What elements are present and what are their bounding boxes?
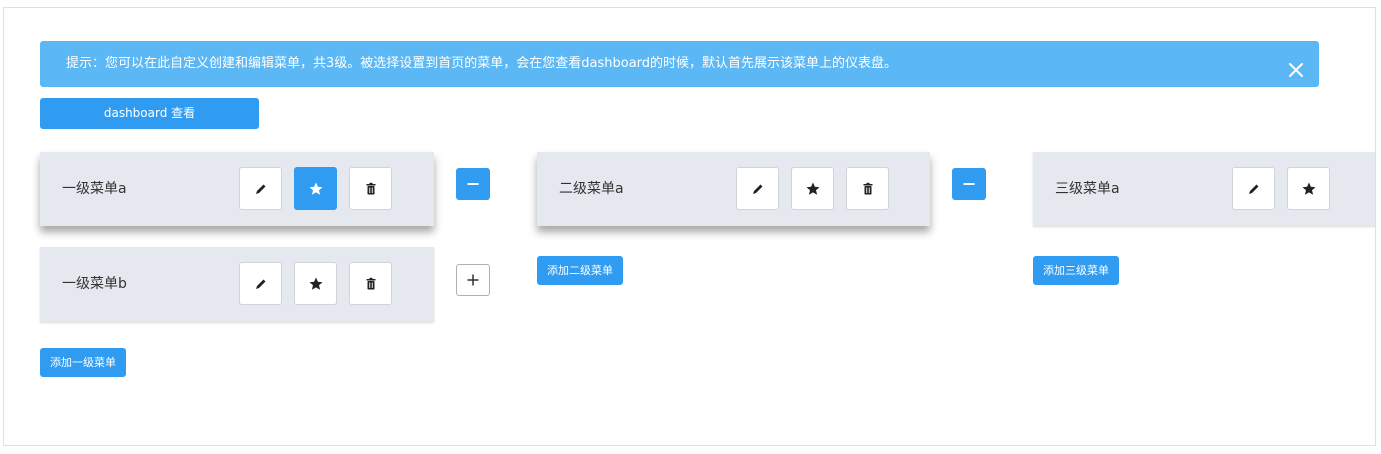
star-icon	[309, 277, 322, 290]
add-level1-menu-button[interactable]: 添加一级菜单	[40, 348, 126, 377]
trash-icon	[366, 277, 375, 289]
expand-level1-b-button[interactable]	[456, 264, 490, 296]
menu-item-level2-a[interactable]: 二级菜单a	[537, 152, 930, 226]
edit-icon	[752, 184, 762, 194]
star-icon	[309, 182, 322, 195]
add-level3-menu-button[interactable]: 添加三级菜单	[1033, 256, 1119, 285]
minus-icon	[467, 183, 479, 185]
trash-icon	[863, 182, 872, 194]
star-icon	[806, 182, 819, 195]
menu-item-level3-a[interactable]: 三级菜单a	[1033, 152, 1375, 226]
collapse-level1-a-button[interactable]	[456, 168, 490, 200]
delete-button[interactable]	[846, 167, 889, 210]
dashboard-view-button[interactable]: dashboard 查看	[40, 98, 259, 129]
menu-item-level1-a[interactable]: 一级菜单a	[40, 152, 434, 226]
edit-icon	[1248, 184, 1258, 194]
close-icon[interactable]	[1287, 53, 1305, 77]
edit-button[interactable]	[239, 167, 282, 210]
star-icon	[1302, 182, 1315, 195]
edit-icon	[255, 279, 265, 289]
delete-button[interactable]	[349, 167, 392, 210]
collapse-level2-a-button[interactable]	[952, 168, 986, 200]
trash-icon	[366, 182, 375, 194]
menu-item-label: 三级菜单a	[1055, 181, 1120, 197]
info-alert: 提示：您可以在此自定义创建和编辑菜单，共3级。被选择设置到首页的菜单，会在您查看…	[40, 41, 1319, 87]
menu-item-label: 一级菜单b	[62, 276, 127, 292]
minus-icon	[963, 183, 975, 185]
menu-item-label: 一级菜单a	[62, 181, 127, 197]
menu-item-level1-b[interactable]: 一级菜单b	[40, 247, 434, 322]
edit-icon	[255, 184, 265, 194]
menu-settings-panel: 提示：您可以在此自定义创建和编辑菜单，共3级。被选择设置到首页的菜单，会在您查看…	[3, 7, 1376, 446]
edit-button[interactable]	[736, 167, 779, 210]
edit-button[interactable]	[239, 262, 282, 305]
add-level2-menu-button[interactable]: 添加二级菜单	[537, 256, 623, 285]
menu-item-label: 二级菜单a	[559, 181, 624, 197]
plus-icon	[467, 274, 479, 286]
edit-button[interactable]	[1232, 167, 1275, 210]
set-home-button[interactable]	[1287, 167, 1330, 210]
set-home-button[interactable]	[294, 262, 337, 305]
set-home-button[interactable]	[791, 167, 834, 210]
alert-message: 提示：您可以在此自定义创建和编辑菜单，共3级。被选择设置到首页的菜单，会在您查看…	[66, 56, 898, 71]
delete-button[interactable]	[349, 262, 392, 305]
set-home-button[interactable]	[294, 167, 337, 210]
